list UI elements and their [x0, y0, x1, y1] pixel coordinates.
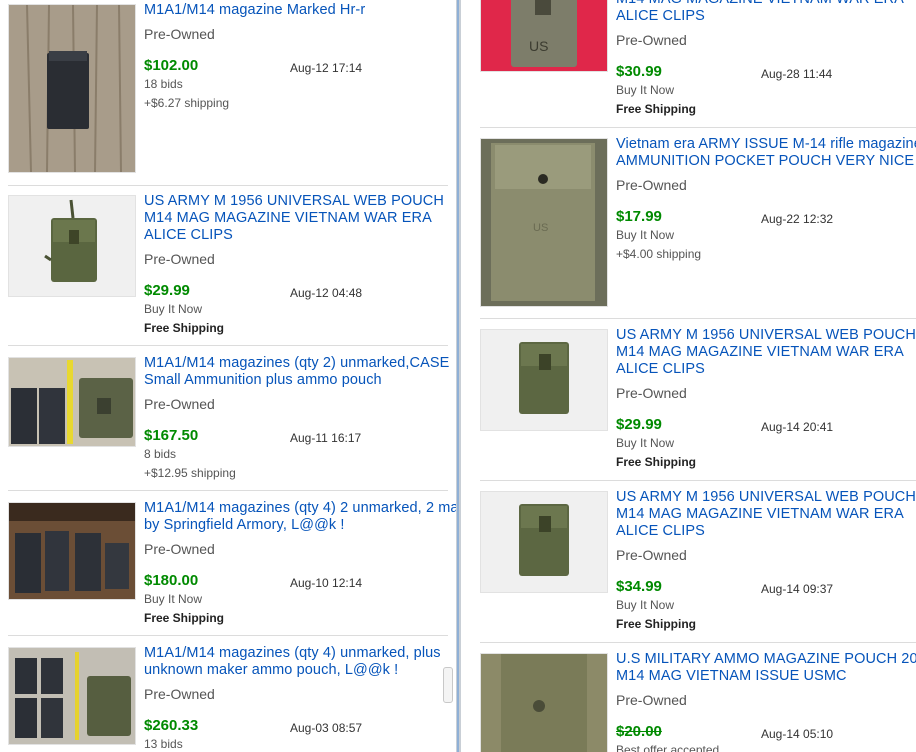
listing-title-line[interactable]: AMMUNITION POCKET POUCH VERY NICE [616, 153, 914, 170]
svg-text:US: US [529, 38, 548, 54]
listing-thumbnail[interactable] [480, 653, 608, 752]
listing-end-time: Aug-14 05:10 [761, 727, 834, 741]
listing-free-shipping: Free Shipping [144, 321, 225, 335]
listing-shipping: +$4.00 shipping [616, 247, 702, 261]
listing-price: $167.50 [144, 427, 199, 444]
listing-title-line[interactable]: M1A1/M14 magazines (qty 2) unmarked,CASE [144, 355, 449, 372]
listing-title-line[interactable]: M14 MAG MAGAZINE VIETNAM WAR ERA [616, 506, 904, 523]
listing-title-line[interactable]: US ARMY M 1956 UNIVERSAL WEB POUCH [144, 193, 444, 210]
listing-buy-it-now: Buy It Now [616, 598, 675, 612]
listing-column-left: M1A1/M14 magazine Marked Hr-r Pre-Owned … [0, 0, 456, 752]
listing-end-time: Aug-12 04:48 [290, 286, 363, 300]
listing-end-time: Aug-10 12:14 [290, 576, 363, 590]
listing-title-line[interactable]: ALICE CLIPS [616, 361, 705, 378]
listing-title-line[interactable]: M14 MAG MAGAZINE VIETNAM WAR ERA [616, 0, 904, 8]
listing-condition: Pre-Owned [616, 32, 687, 48]
listing-shipping: +$12.95 shipping [144, 466, 236, 480]
listing-price: $17.99 [616, 208, 662, 225]
listing-end-time: Aug-28 11:44 [761, 67, 833, 81]
listing-thumbnail[interactable] [8, 357, 136, 447]
listing-condition: Pre-Owned [616, 547, 687, 563]
listing-price: $29.99 [144, 282, 190, 299]
column-divider-highlight [457, 0, 459, 752]
listing-title-line[interactable]: M14 MAG MAGAZINE VIETNAM WAR ERA [144, 210, 432, 227]
listing-title-line[interactable]: Small Ammunition plus ammo pouch [144, 372, 382, 389]
listing-thumbnail[interactable]: US [480, 138, 608, 307]
listing-price: $260.33 [144, 717, 199, 734]
listing-separator [8, 345, 448, 346]
listing-best-offer: Best offer accepted [616, 743, 720, 752]
listing-condition: Pre-Owned [616, 692, 687, 708]
listing-bids: 18 bids [144, 77, 183, 91]
listing-buy-it-now: Buy It Now [144, 302, 203, 316]
listing-price: $30.99 [616, 63, 662, 80]
listing-end-time: Aug-11 16:17 [290, 431, 362, 445]
listing-title-line[interactable]: M14 MAG MAGAZINE VIETNAM WAR ERA [616, 344, 904, 361]
listing-separator [8, 635, 448, 636]
listing-buy-it-now: Buy It Now [616, 83, 675, 97]
listing-title-line[interactable]: ALICE CLIPS [616, 8, 705, 25]
listing-condition: Pre-Owned [144, 26, 215, 42]
listing-title-line[interactable]: by Springfield Armory, L@@k ! [144, 517, 345, 534]
listing-separator [480, 480, 916, 481]
listing-end-time: Aug-14 09:37 [761, 582, 834, 596]
listing-condition: Pre-Owned [144, 251, 215, 267]
listing-free-shipping: Free Shipping [616, 102, 697, 116]
listing-free-shipping: Free Shipping [616, 617, 697, 631]
listing-title-line[interactable]: M1A1/M14 magazines (qty 4) unmarked, plu… [144, 645, 441, 662]
listing-thumbnail[interactable] [8, 4, 136, 173]
listing-bids: 13 bids [144, 737, 183, 751]
listing-buy-it-now: Buy It Now [616, 228, 675, 242]
listing-column-right: US M14 MAG MAGAZINE VIETNAM WAR ERA ALIC… [461, 0, 916, 752]
listing-thumbnail[interactable] [480, 329, 608, 431]
listing-original-price: $20.00 [616, 723, 662, 740]
listing-title-line[interactable]: Vietnam era ARMY ISSUE M-14 rifle magazi… [616, 136, 916, 153]
listing-shipping: +$6.27 shipping [144, 96, 230, 110]
listing-buy-it-now: Buy It Now [616, 436, 675, 450]
listing-title-line[interactable]: M14 MAG VIETNAM ISSUE USMC [616, 668, 847, 685]
svg-text:US: US [533, 222, 548, 234]
listing-thumbnail[interactable] [8, 502, 136, 600]
listing-thumbnail[interactable]: US [480, 0, 608, 72]
listing-thumbnail[interactable] [8, 647, 136, 745]
listing-title-line[interactable]: ALICE CLIPS [616, 523, 705, 540]
listing-price: $34.99 [616, 578, 662, 595]
listing-separator [480, 318, 916, 319]
listing-condition: Pre-Owned [616, 385, 687, 401]
listing-price: $180.00 [144, 572, 199, 589]
listing-free-shipping: Free Shipping [144, 611, 225, 625]
listing-separator [480, 642, 916, 643]
listing-title-line[interactable]: ALICE CLIPS [144, 227, 233, 244]
listing-separator [8, 185, 448, 186]
listing-thumbnail[interactable] [480, 491, 608, 593]
listing-title-line[interactable]: US ARMY M 1956 UNIVERSAL WEB POUCH [616, 327, 916, 344]
listing-title-line[interactable]: M1A1/M14 magazine Marked Hr-r [144, 2, 365, 19]
listing-price: $102.00 [144, 57, 199, 74]
listing-free-shipping: Free Shipping [616, 455, 697, 469]
scroll-handle[interactable] [443, 667, 453, 703]
listing-end-time: Aug-22 12:32 [761, 212, 834, 226]
listing-condition: Pre-Owned [144, 396, 215, 412]
listing-title-line[interactable]: U.S MILITARY AMMO MAGAZINE POUCH 20RI [616, 651, 916, 668]
listing-separator [8, 490, 448, 491]
listing-price: $29.99 [616, 416, 662, 433]
listing-title-line[interactable]: unknown maker ammo pouch, L@@k ! [144, 662, 398, 679]
listing-end-time: Aug-12 17:14 [290, 61, 363, 75]
listing-title-line[interactable]: US ARMY M 1956 UNIVERSAL WEB POUCH [616, 489, 916, 506]
listing-bids: 8 bids [144, 447, 177, 461]
listing-condition: Pre-Owned [616, 177, 687, 193]
listing-condition: Pre-Owned [144, 541, 215, 557]
listing-separator [480, 127, 916, 128]
listing-condition: Pre-Owned [144, 686, 215, 702]
listing-thumbnail[interactable] [8, 195, 136, 297]
listing-end-time: Aug-03 08:57 [290, 721, 363, 735]
listing-title-line[interactable]: M1A1/M14 magazines (qty 4) 2 unmarked, 2… [144, 500, 456, 517]
listing-end-time: Aug-14 20:41 [761, 420, 834, 434]
listing-buy-it-now: Buy It Now [144, 592, 203, 606]
